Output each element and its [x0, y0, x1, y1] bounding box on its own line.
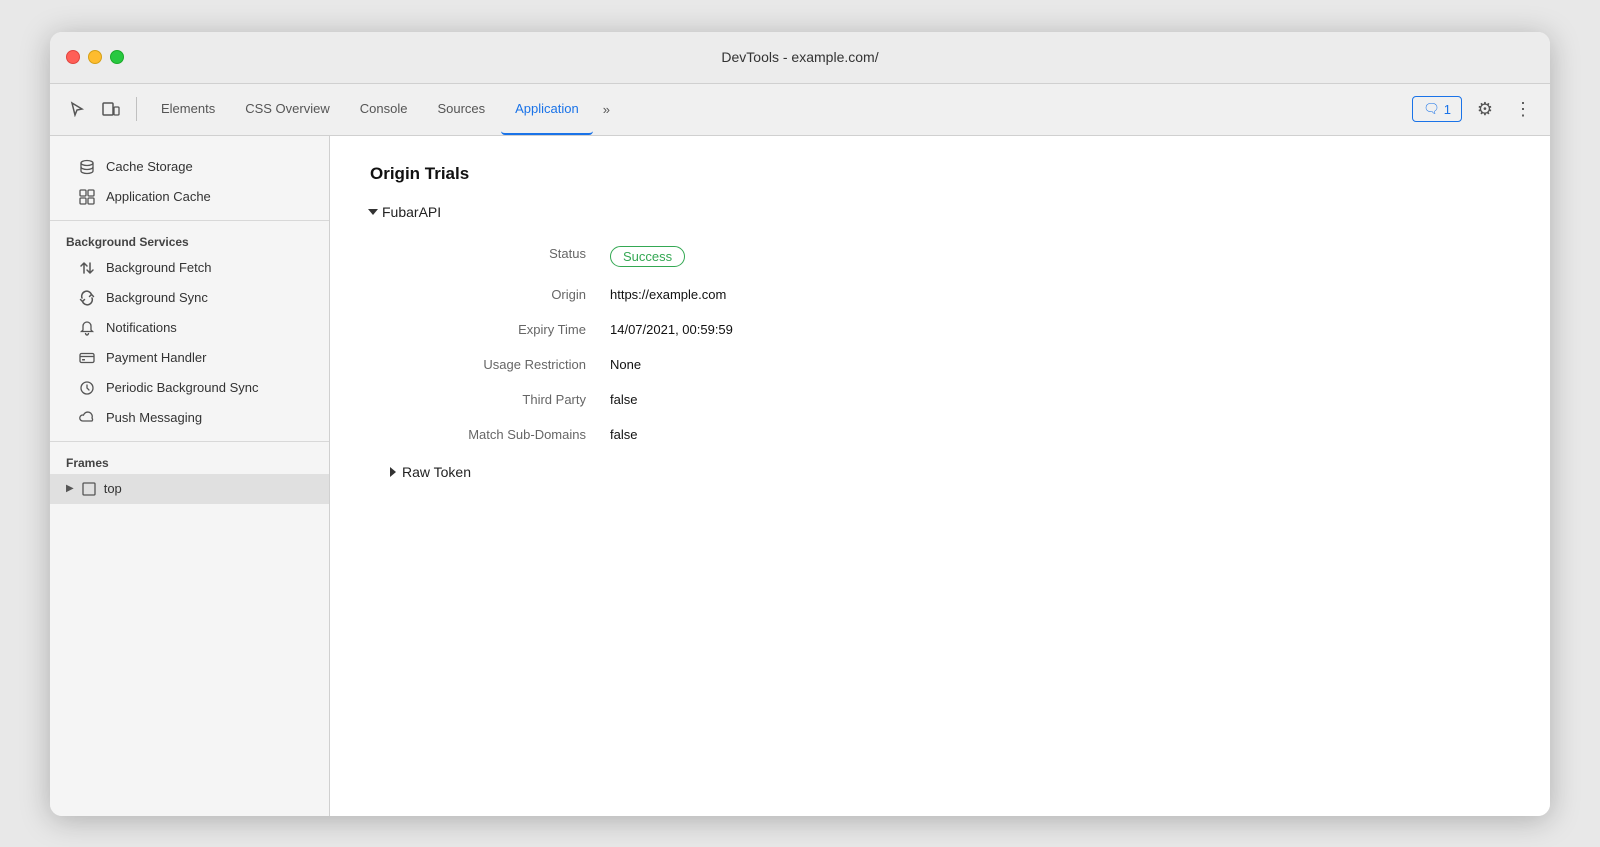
sidebar-item-payment-handler[interactable]: Payment Handler [50, 343, 329, 373]
message-icon: 🗨 [1423, 101, 1440, 117]
detail-value-status: Success [610, 236, 1530, 277]
content-area: Origin Trials FubarAPI Status Success [330, 136, 1550, 816]
vertical-dots-icon: ⋮ [1514, 99, 1532, 120]
maximize-button[interactable] [110, 50, 124, 64]
clock-icon [78, 379, 96, 397]
minimize-button[interactable] [88, 50, 102, 64]
cursor-icon [69, 101, 85, 117]
detail-row-status: Status Success [390, 236, 1530, 277]
expand-icon [368, 209, 378, 215]
detail-row-expiry: Expiry Time 14/07/2021, 00:59:59 [390, 312, 1530, 347]
detail-label-third-party: Third Party [390, 382, 610, 417]
toolbar-right: 🗨 1 ⚙ ⋮ [1412, 94, 1538, 124]
storage-section: Cache Storage Application Cache [50, 144, 329, 221]
sidebar-item-cache-storage[interactable]: Cache Storage [50, 152, 329, 182]
tab-console[interactable]: Console [346, 83, 422, 135]
detail-row-third-party: Third Party false [390, 382, 1530, 417]
detail-row-origin: Origin https://example.com [390, 277, 1530, 312]
window-title: DevTools - example.com/ [721, 49, 878, 65]
detail-table: Status Success Origin https://example.co… [390, 236, 1530, 452]
detail-label-origin: Origin [390, 277, 610, 312]
status-badge: Success [610, 246, 685, 267]
grid-icon [78, 188, 96, 206]
raw-token-expand-icon [390, 467, 396, 477]
sidebar-item-periodic-bg-sync[interactable]: Periodic Background Sync [50, 373, 329, 403]
api-toggle-row[interactable]: FubarAPI [370, 204, 1510, 220]
bell-icon [78, 319, 96, 337]
toolbar-tabs: Elements CSS Overview Console Sources Ap… [147, 83, 1408, 135]
detail-value-usage: None [610, 347, 1530, 382]
title-bar: DevTools - example.com/ [50, 32, 1550, 84]
sidebar-item-application-cache[interactable]: Application Cache [50, 182, 329, 212]
sidebar-item-background-fetch[interactable]: Background Fetch [50, 253, 329, 283]
frame-icon [80, 480, 98, 498]
badge-count: 1 [1444, 102, 1451, 117]
background-services-section: Background Services Background Fetch [50, 221, 329, 442]
tab-application[interactable]: Application [501, 83, 593, 135]
arrows-updown-icon [78, 259, 96, 277]
bg-sync-label: Background Sync [106, 290, 208, 305]
raw-token-toggle[interactable]: Raw Token [390, 464, 1510, 480]
cache-storage-label: Cache Storage [106, 159, 193, 174]
detail-value-origin: https://example.com [610, 277, 1530, 312]
tab-css-overview[interactable]: CSS Overview [231, 83, 344, 135]
frames-header: Frames [50, 450, 329, 474]
more-tabs-btn[interactable]: » [595, 96, 618, 123]
detail-label-expiry: Expiry Time [390, 312, 610, 347]
tab-sources[interactable]: Sources [423, 83, 499, 135]
detail-value-expiry: 14/07/2021, 00:59:59 [610, 312, 1530, 347]
top-frame-label: top [104, 481, 122, 496]
tab-elements[interactable]: Elements [147, 83, 229, 135]
application-cache-label: Application Cache [106, 189, 211, 204]
frames-section: Frames ▶ top [50, 442, 329, 512]
page-title: Origin Trials [370, 164, 1510, 184]
sidebar-item-push-messaging[interactable]: Push Messaging [50, 403, 329, 433]
sidebar-item-top[interactable]: ▶ top [50, 474, 329, 504]
triangle-right-icon: ▶ [66, 483, 74, 494]
cursor-icon-btn[interactable] [62, 94, 92, 124]
payment-handler-label: Payment Handler [106, 350, 206, 365]
database-icon [78, 158, 96, 176]
detail-label-subdomains: Match Sub-Domains [390, 417, 610, 452]
settings-btn[interactable]: ⚙ [1470, 94, 1500, 124]
close-button[interactable] [66, 50, 80, 64]
notifications-label: Notifications [106, 320, 177, 335]
sync-icon [78, 289, 96, 307]
devtools-window: DevTools - example.com/ Elements CSS Ove… [50, 32, 1550, 816]
detail-value-subdomains: false [610, 417, 1530, 452]
detail-row-usage: Usage Restriction None [390, 347, 1530, 382]
toolbar-divider [136, 97, 137, 121]
raw-token-label: Raw Token [402, 464, 471, 480]
sidebar-item-notifications[interactable]: Notifications [50, 313, 329, 343]
bg-services-header: Background Services [50, 229, 329, 253]
periodic-bg-sync-label: Periodic Background Sync [106, 380, 258, 395]
card-icon [78, 349, 96, 367]
sidebar: Cache Storage Application Cache [50, 136, 330, 816]
detail-label-status: Status [390, 236, 610, 277]
cloud-icon [78, 409, 96, 427]
toolbar: Elements CSS Overview Console Sources Ap… [50, 84, 1550, 136]
detail-label-usage: Usage Restriction [390, 347, 610, 382]
more-options-btn[interactable]: ⋮ [1508, 94, 1538, 124]
api-entry-fubarapi: FubarAPI Status Success Origin https://e… [370, 204, 1510, 480]
sidebar-item-background-sync[interactable]: Background Sync [50, 283, 329, 313]
traffic-lights [66, 50, 124, 64]
bg-fetch-label: Background Fetch [106, 260, 212, 275]
messages-badge-btn[interactable]: 🗨 1 [1412, 96, 1462, 122]
detail-row-subdomains: Match Sub-Domains false [390, 417, 1530, 452]
push-messaging-label: Push Messaging [106, 410, 202, 425]
api-name: FubarAPI [382, 204, 441, 220]
detail-value-third-party: false [610, 382, 1530, 417]
main-layout: Cache Storage Application Cache [50, 136, 1550, 816]
gear-icon: ⚙ [1477, 99, 1493, 120]
device-icon [102, 100, 120, 118]
device-toggle-btn[interactable] [96, 94, 126, 124]
